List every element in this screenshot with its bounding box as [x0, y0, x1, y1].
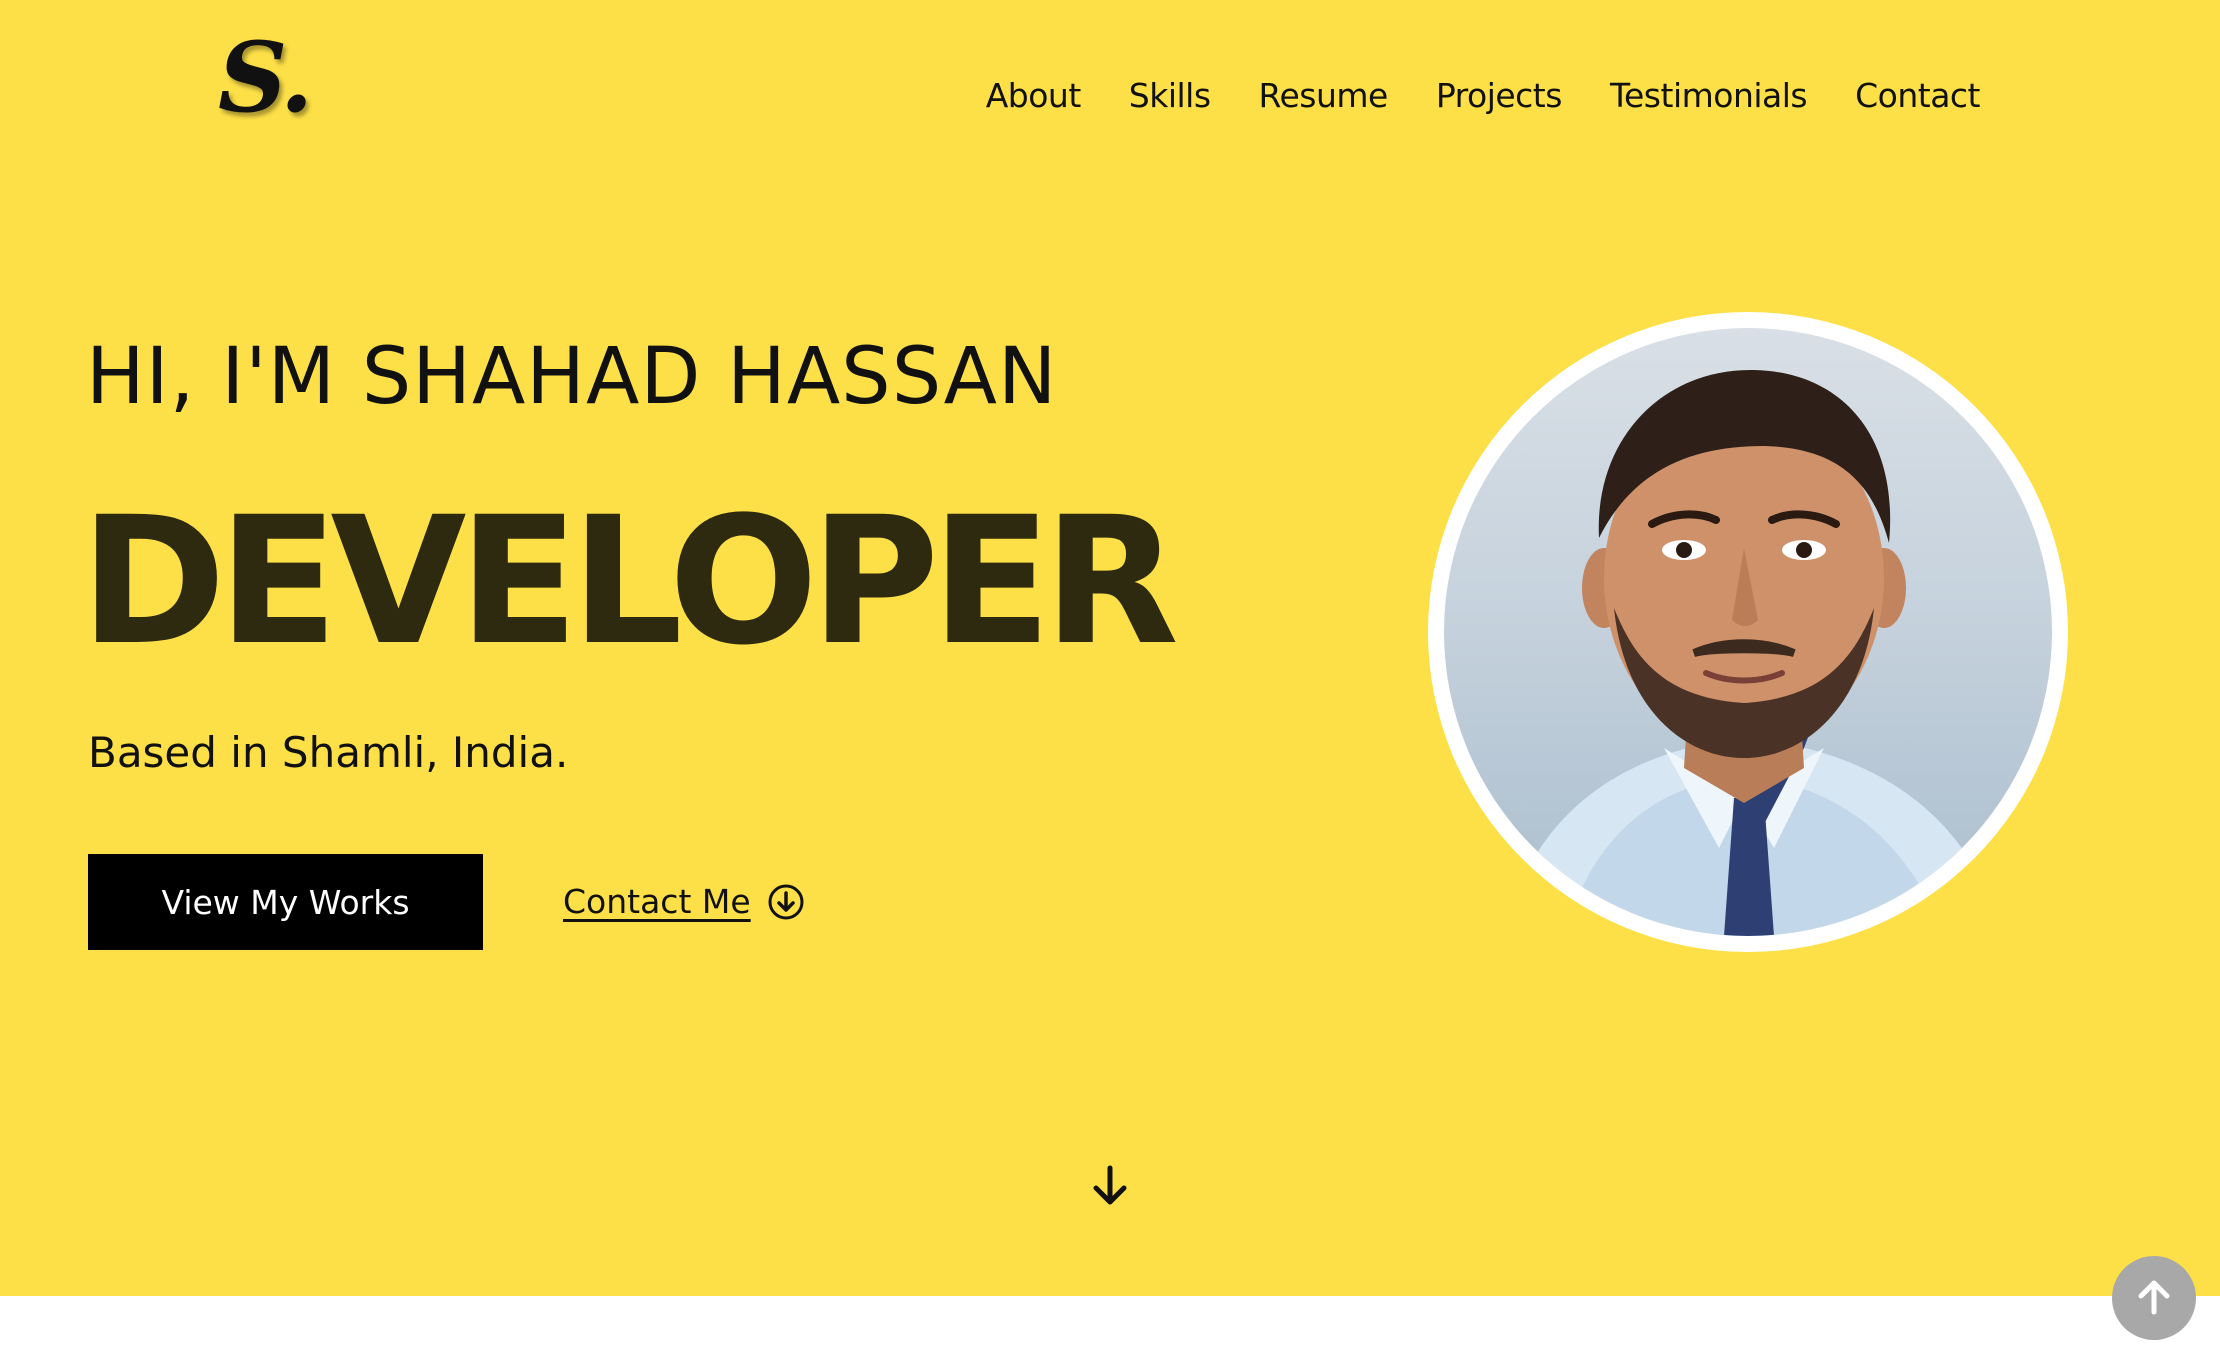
- nav-testimonials[interactable]: Testimonials: [1610, 72, 1808, 120]
- profile-photo-frame: [1428, 312, 2068, 952]
- scroll-down-button[interactable]: [1088, 1164, 1132, 1208]
- main-nav: About Skills Resume Projects Testimonial…: [986, 72, 1981, 120]
- back-to-top-button[interactable]: [2112, 1256, 2196, 1340]
- arrow-down-icon: [1093, 1165, 1127, 1205]
- contact-me-link[interactable]: Contact Me: [563, 876, 805, 928]
- site-logo[interactable]: S.: [218, 30, 313, 126]
- nav-about[interactable]: About: [986, 72, 1082, 120]
- arrow-down-circle-icon: [768, 884, 804, 920]
- nav-contact[interactable]: Contact: [1855, 72, 1980, 120]
- hero-location: Based in Shamli, India.: [88, 728, 569, 777]
- nav-skills[interactable]: Skills: [1129, 72, 1211, 120]
- profile-photo: [1444, 328, 2052, 936]
- contact-me-label: Contact Me: [563, 882, 751, 921]
- hero-role: DEVELOPER: [80, 479, 1179, 684]
- nav-projects[interactable]: Projects: [1436, 72, 1563, 120]
- person-portrait: [1504, 369, 2004, 936]
- hero-section: S. About Skills Resume Projects Testimon…: [0, 0, 2220, 1296]
- hero-greeting: HI, I'M SHAHAD HASSAN: [86, 332, 1058, 422]
- nav-resume[interactable]: Resume: [1259, 72, 1389, 120]
- view-works-button[interactable]: View My Works: [88, 854, 483, 950]
- arrow-up-icon: [2138, 1280, 2170, 1315]
